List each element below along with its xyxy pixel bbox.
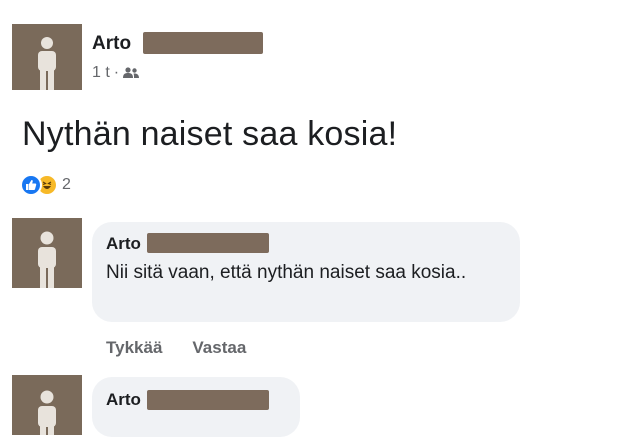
meta-separator: · <box>113 64 120 81</box>
default-person-icon <box>38 231 56 288</box>
reply-comment-button[interactable]: Vastaa <box>192 338 246 358</box>
redacted-surname <box>147 233 269 253</box>
reaction-summary[interactable]: 2 <box>20 174 71 196</box>
comment-actions: Tykkää Vastaa <box>106 338 246 358</box>
like-icon <box>20 174 42 196</box>
post-author-name[interactable]: Arto <box>92 33 131 55</box>
default-person-icon <box>38 390 56 435</box>
avatar[interactable] <box>12 218 82 288</box>
default-person-icon <box>38 37 56 90</box>
comment-author-name[interactable]: Arto <box>106 234 141 254</box>
like-comment-button[interactable]: Tykkää <box>106 338 162 358</box>
comment-author-name[interactable]: Arto <box>106 390 141 410</box>
avatar[interactable] <box>12 375 82 435</box>
reaction-count: 2 <box>62 176 71 193</box>
avatar[interactable] <box>12 24 82 90</box>
post-text: Nythän naiset saa kosia! <box>22 115 398 153</box>
post-meta: 1 t · <box>92 64 140 82</box>
redacted-surname <box>147 390 269 410</box>
redacted-surname <box>143 32 263 54</box>
friends-icon[interactable] <box>123 67 140 79</box>
post-timestamp[interactable]: 1 t <box>92 64 110 82</box>
comment-text: Nii sitä vaan, että nythän naiset saa ko… <box>106 262 467 283</box>
